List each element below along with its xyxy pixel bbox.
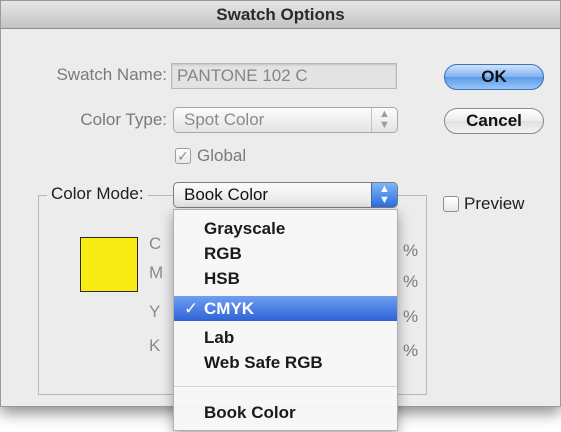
color-mode-value: Book Color xyxy=(184,185,269,204)
menu-item-label: Book Color xyxy=(204,403,296,422)
updown-arrows-icon: ▲ ▼ xyxy=(371,108,397,132)
menu-item-label: CMYK xyxy=(204,299,255,318)
menu-item-cmyk[interactable]: ✓ CMYK xyxy=(174,296,397,321)
cancel-button[interactable]: Cancel xyxy=(444,108,544,134)
global-checkbox[interactable]: ✓ xyxy=(175,148,191,164)
color-type-popup[interactable]: Spot Color ▲ ▼ xyxy=(173,107,398,133)
menu-item-label: HSB xyxy=(204,269,240,288)
channel-c-label: C xyxy=(149,234,162,253)
preview-checkbox[interactable] xyxy=(443,196,459,212)
channel-y-label: Y xyxy=(149,302,161,321)
checkmark-icon: ✓ xyxy=(177,148,189,164)
color-type-label: Color Type: xyxy=(80,110,167,129)
color-mode-label: Color Mode: xyxy=(47,184,148,204)
color-mode-menu: Grayscale RGB HSB ✓ CMYK Lab Web Safe RGB… xyxy=(173,209,398,431)
menu-item-label: RGB xyxy=(204,244,242,263)
global-label: Global xyxy=(197,146,247,165)
menu-separator xyxy=(174,386,397,387)
menu-item-rgb[interactable]: RGB xyxy=(174,241,397,266)
menu-item-label: Lab xyxy=(204,328,235,347)
color-mode-popup[interactable]: Book Color ▲ ▼ xyxy=(173,182,398,208)
checkmark-icon: ✓ xyxy=(184,299,199,318)
menu-item-book-color[interactable]: Book Color xyxy=(174,400,397,425)
menu-item-grayscale[interactable]: Grayscale xyxy=(174,216,397,241)
ok-button[interactable]: OK xyxy=(444,64,544,90)
menu-item-label: Grayscale xyxy=(204,219,286,238)
menu-item-web-safe-rgb[interactable]: Web Safe RGB xyxy=(174,350,397,375)
channel-c-unit: % xyxy=(403,241,419,260)
channel-m-unit: % xyxy=(403,272,419,291)
menu-item-lab[interactable]: Lab xyxy=(174,325,397,350)
channel-k-unit: % xyxy=(403,341,419,360)
menu-item-hsb[interactable]: HSB xyxy=(174,266,397,291)
swatch-name-field[interactable]: PANTONE 102 C xyxy=(171,63,397,89)
channel-y-unit: % xyxy=(403,307,419,326)
color-type-value: Spot Color xyxy=(184,110,265,129)
swatch-name-label: Swatch Name: xyxy=(56,65,167,84)
dialog-title: Swatch Options xyxy=(1,1,560,29)
color-swatch-preview xyxy=(80,237,138,292)
channel-k-label: K xyxy=(149,336,161,355)
menu-item-label: Web Safe RGB xyxy=(204,353,323,372)
preview-label: Preview xyxy=(464,194,525,213)
channel-m-label: M xyxy=(149,263,164,282)
updown-arrows-icon: ▲ ▼ xyxy=(371,183,397,207)
